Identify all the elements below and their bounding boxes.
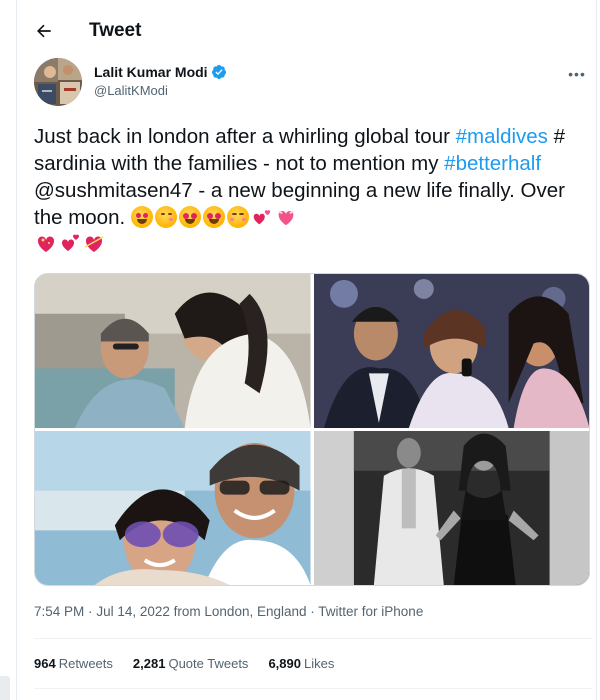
- two-hearts-icon: [251, 206, 273, 228]
- retweets-stat[interactable]: 964 Retweets: [34, 656, 113, 671]
- tweet-source[interactable]: Twitter for iPhone: [318, 604, 423, 619]
- photo-black-and-white[interactable]: [313, 431, 589, 585]
- smiling-face-with-heart-eyes-icon: [202, 206, 225, 228]
- hashtag-link[interactable]: #maldives: [456, 125, 548, 148]
- tweet-header: Tweet: [17, 8, 596, 54]
- tweet-text: Just back in london after a whirling glo…: [34, 123, 592, 258]
- smiling-face-with-heart-eyes-icon: [178, 206, 201, 228]
- likes-count: 6,890: [268, 656, 301, 671]
- tweet-text-segment: Just back in london after a whirling glo…: [34, 125, 456, 148]
- photo-event-crowd[interactable]: [313, 274, 589, 428]
- photo-couple-embrace[interactable]: [35, 274, 311, 428]
- smiling-face-with-hearts-icon: [226, 206, 249, 228]
- left-border: [16, 0, 17, 700]
- location-prefix: from: [173, 604, 201, 619]
- page-title: Tweet: [89, 20, 142, 41]
- retweets-count: 964: [34, 656, 56, 671]
- quote-tweets-stat[interactable]: 2,281 Quote Tweets: [133, 656, 249, 671]
- divider: [34, 688, 592, 689]
- more-dots-icon: •••: [568, 66, 586, 82]
- tweet-date[interactable]: Jul 14, 2022: [96, 604, 170, 619]
- meta-separator: ·: [310, 604, 315, 619]
- heart-with-ribbon-icon: [275, 206, 297, 228]
- tweet-text-segment: @sushmitasen47 - a new beginning a new l…: [34, 179, 565, 229]
- retweets-label: Retweets: [58, 656, 113, 671]
- tweet-time[interactable]: 7:54 PM: [34, 604, 84, 619]
- revolving-hearts-icon: [58, 231, 80, 253]
- photo-selfie-sunglasses[interactable]: [35, 431, 311, 585]
- author-handle[interactable]: @LalitKModi: [94, 83, 227, 98]
- likes-label: Likes: [303, 656, 335, 671]
- scrollbar-thumb[interactable]: [0, 676, 10, 700]
- right-border: [596, 0, 597, 700]
- author-display-name[interactable]: Lalit Kumar Modi: [94, 64, 208, 80]
- smiling-face-with-hearts-icon: [130, 206, 153, 228]
- back-button[interactable]: [27, 14, 61, 48]
- tweet-meta: 7:54 PM · Jul 14, 2022 from London, Engl…: [34, 604, 423, 619]
- avatar[interactable]: [34, 58, 82, 106]
- verified-badge-icon: [211, 65, 226, 79]
- divider: [34, 638, 592, 639]
- sparkling-heart-icon: [34, 231, 56, 253]
- more-options-button[interactable]: •••: [562, 62, 592, 86]
- tweet-location[interactable]: London, England: [204, 604, 306, 619]
- likes-stat[interactable]: 6,890 Likes: [268, 656, 334, 671]
- tweet-author: Lalit Kumar Modi @LalitKModi •••: [34, 58, 594, 110]
- meta-separator: ·: [88, 604, 93, 619]
- quote-tweets-count: 2,281: [132, 656, 166, 671]
- tweet-stats: 964 Retweets 2,281 Quote Tweets 6,890 Likes: [34, 656, 354, 671]
- arrow-left-icon: [37, 24, 51, 38]
- heart-with-arrow-icon: [82, 231, 104, 253]
- media-grid: [34, 273, 590, 586]
- face-blowing-kiss-icon: [154, 206, 177, 228]
- quote-tweets-label: Quote Tweets: [168, 656, 249, 671]
- hashtag-link[interactable]: #betterhalf: [444, 152, 541, 175]
